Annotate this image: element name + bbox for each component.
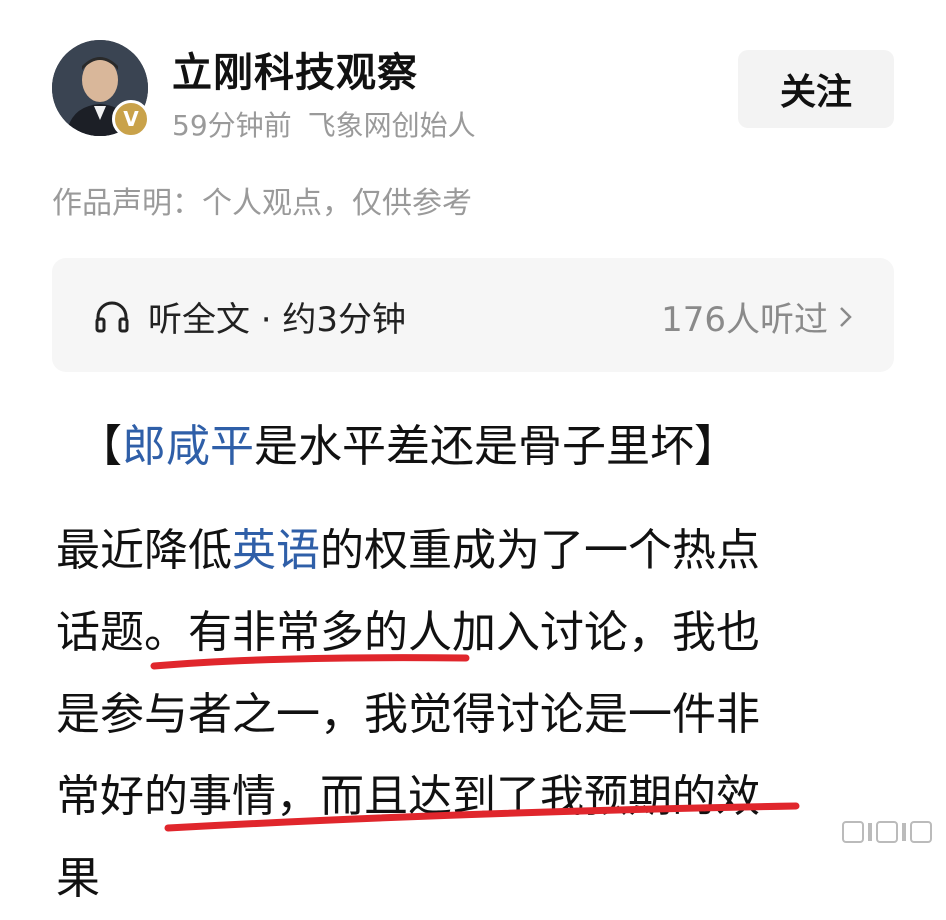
follow-button[interactable]: 关注	[738, 50, 894, 128]
body-line: 果	[56, 853, 100, 904]
chevron-right-icon	[840, 306, 852, 327]
title-link[interactable]: 郎咸平	[122, 421, 254, 472]
body-text-segment: 最近降低	[56, 525, 232, 576]
author-role: 飞象网创始人	[307, 109, 476, 142]
title-rest: 是水平差还是骨子里坏】	[254, 421, 738, 472]
keyword-link[interactable]: 英语	[232, 525, 320, 576]
work-statement: 作品声明：个人观点，仅供参考	[52, 186, 472, 221]
title-bracket: 【	[78, 421, 122, 472]
author-name[interactable]: 立刚科技观察	[172, 40, 418, 98]
headphones-icon	[95, 301, 129, 332]
listen-count: 176人听过	[661, 292, 856, 341]
listen-label: 听全文 · 约3分钟	[148, 300, 407, 340]
article-body: 最近降低英语的权重成为了一个热点 话题。有非常多的人加入讨论，我也 是参与者之一…	[56, 510, 894, 920]
body-line: 是参与者之一，我觉得讨论是一件非	[56, 689, 760, 740]
article-title: 【郎咸平是水平差还是骨子里坏】	[78, 410, 738, 474]
listen-full-text-bar[interactable]: 听全文 · 约3分钟 176人听过	[52, 258, 894, 372]
body-text-segment: 的权重成为了一个热点	[320, 525, 760, 576]
listen-count-text: 176人听过	[661, 300, 828, 340]
verified-badge-icon: V	[112, 100, 150, 138]
body-line: 最近降低英语的权重成为了一个热点	[56, 510, 894, 592]
body-line: 常好的事情，而且达到了我预期的效	[56, 771, 760, 822]
post-time: 59分钟前	[172, 109, 292, 142]
listen-left: 听全文 · 约3分钟	[92, 292, 406, 341]
watermark-icons	[842, 821, 932, 843]
body-line: 话题。有非常多的人加入讨论，我也	[56, 607, 760, 658]
author-meta: 59分钟前 飞象网创始人	[172, 104, 476, 144]
